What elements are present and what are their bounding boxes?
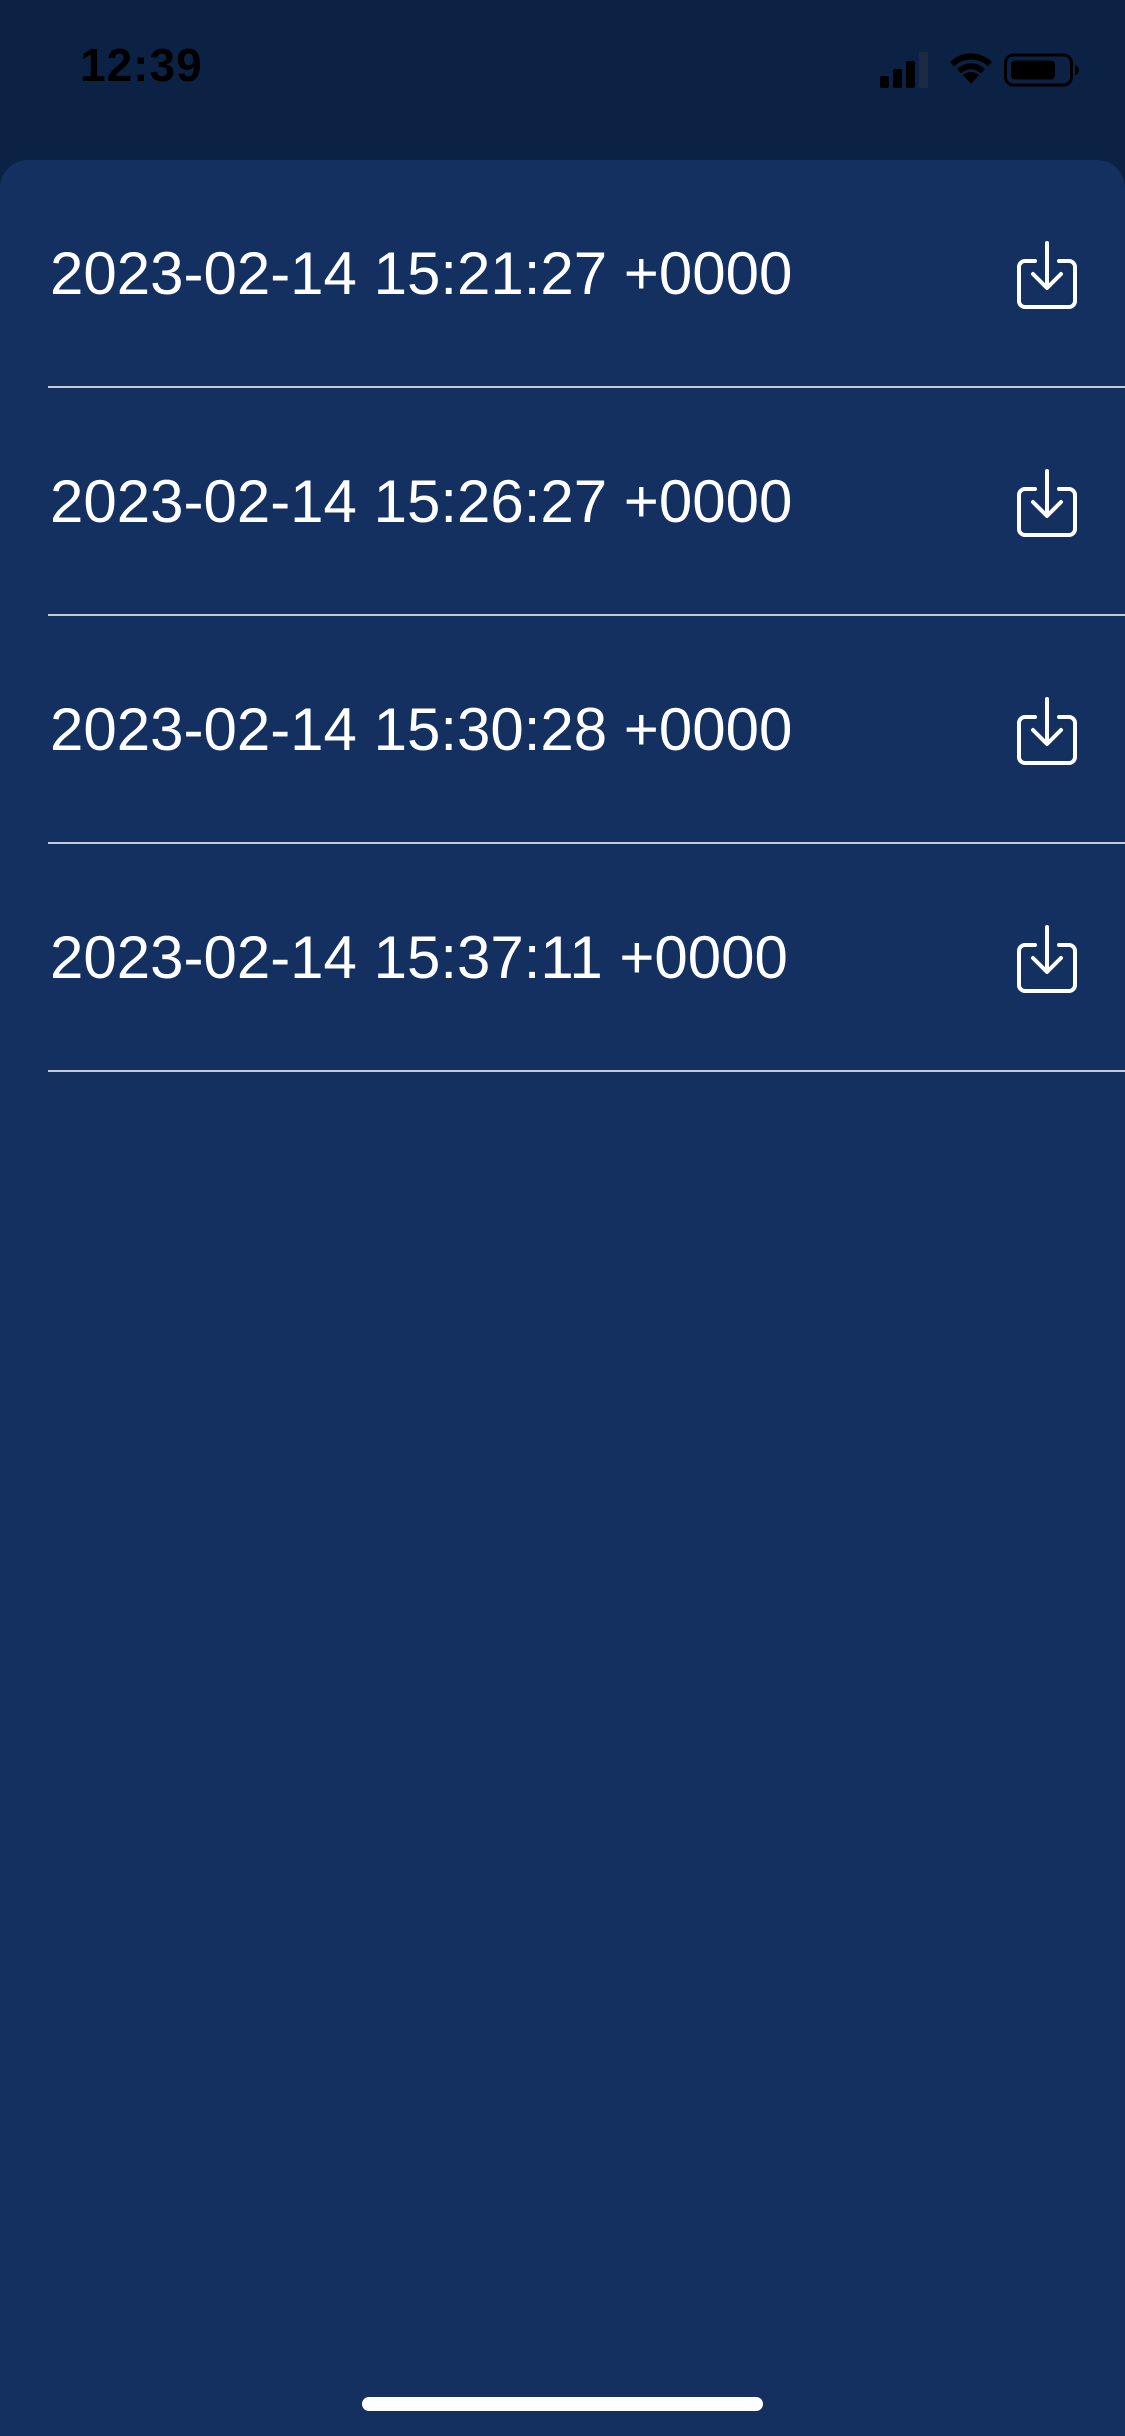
download-icon[interactable] (1015, 239, 1079, 311)
wifi-icon (950, 53, 992, 84)
list-item-label: 2023-02-14 15:30:28 +0000 (50, 696, 793, 763)
history-sheet: 2023-02-14 15:21:27 +0000 2023-02-14 15:… (0, 160, 1125, 2436)
home-indicator[interactable] (362, 2397, 763, 2411)
download-icon[interactable] (1015, 923, 1079, 995)
cellular-signal-icon (880, 52, 928, 88)
status-icons (880, 48, 1080, 92)
list-item-label: 2023-02-14 15:21:27 +0000 (50, 240, 793, 307)
status-time: 12:39 (80, 39, 203, 91)
battery-icon (1004, 53, 1079, 87)
list-item-label: 2023-02-14 15:26:27 +0000 (50, 468, 793, 535)
timestamp-list: 2023-02-14 15:21:27 +0000 2023-02-14 15:… (0, 160, 1125, 1072)
download-icon[interactable] (1015, 695, 1079, 767)
list-item-label: 2023-02-14 15:37:11 +0000 (50, 924, 788, 991)
list-item[interactable]: 2023-02-14 15:37:11 +0000 (0, 844, 1125, 1072)
list-item[interactable]: 2023-02-14 15:30:28 +0000 (0, 616, 1125, 844)
list-item[interactable]: 2023-02-14 15:21:27 +0000 (0, 160, 1125, 388)
row-divider (48, 1070, 1125, 1072)
list-item[interactable]: 2023-02-14 15:26:27 +0000 (0, 388, 1125, 616)
download-icon[interactable] (1015, 467, 1079, 539)
status-bar: 12:39 (0, 0, 1125, 150)
